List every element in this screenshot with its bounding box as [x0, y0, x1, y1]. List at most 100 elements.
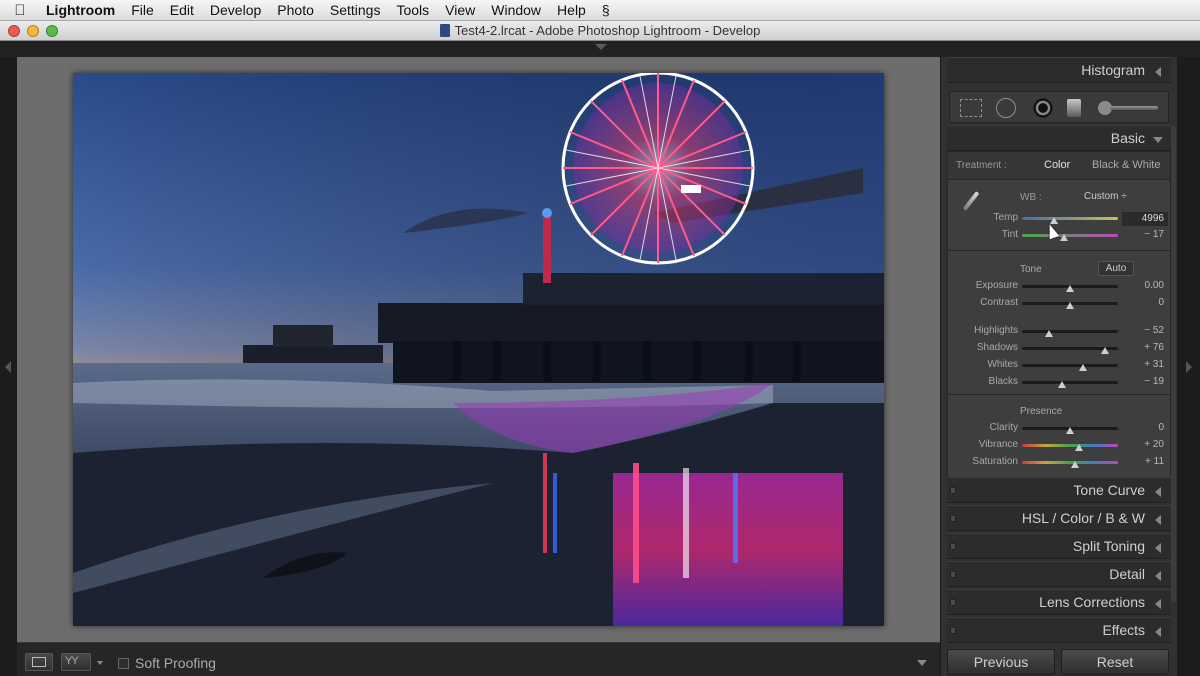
tone-title: Tone — [1020, 264, 1042, 275]
menu-edit[interactable]: Edit — [162, 2, 202, 18]
split-toning-panel-header[interactable]: Split Toning — [947, 533, 1171, 559]
menu-app[interactable]: Lightroom — [40, 2, 123, 18]
soft-proofing-checkbox[interactable] — [118, 658, 129, 669]
clarity-slider-thumb[interactable] — [1066, 427, 1074, 434]
collapse-arrow-icon — [1155, 543, 1161, 553]
detail-panel-header[interactable]: Detail — [947, 561, 1171, 587]
blacks-value[interactable]: − 19 — [1124, 376, 1164, 387]
right-panel-scrollbar[interactable] — [1171, 126, 1176, 602]
top-panel-toggle-icon[interactable] — [595, 44, 607, 50]
shadows-slider-thumb[interactable] — [1100, 347, 1109, 354]
treatment-bw-option[interactable]: Black & White — [1092, 159, 1160, 171]
clarity-label: Clarity — [989, 422, 1018, 433]
exposure-label: Exposure — [975, 280, 1018, 291]
loupe-view-button[interactable] — [25, 653, 53, 671]
adjustment-brush-tool-icon[interactable] — [1098, 101, 1162, 115]
saturation-value[interactable]: + 11 — [1124, 456, 1164, 467]
contrast-value[interactable]: 0 — [1124, 297, 1164, 308]
collapse-arrow-icon — [1155, 627, 1161, 637]
menu-develop[interactable]: Develop — [202, 2, 269, 18]
contrast-slider-track[interactable] — [1022, 302, 1118, 309]
vibrance-slider-track[interactable] — [1022, 444, 1118, 451]
collapse-arrow-icon — [1155, 515, 1161, 525]
white-balance-selector-icon[interactable] — [960, 186, 982, 212]
crop-tool-icon[interactable] — [960, 99, 982, 117]
menu-help[interactable]: Help — [549, 2, 594, 18]
exposure-slider-track[interactable] — [1022, 285, 1118, 292]
right-panel: Histogram Basic Treatment : Color Black … — [940, 57, 1177, 676]
tint-value[interactable]: − 17 — [1124, 229, 1164, 240]
histogram-panel-header[interactable]: Histogram — [947, 57, 1171, 83]
window-title: Test4-2.lrcat - Adobe Photoshop Lightroo… — [454, 23, 761, 38]
vibrance-slider-thumb[interactable] — [1074, 444, 1083, 451]
effects-toggle-switch[interactable] — [950, 627, 956, 634]
before-after-view-button[interactable]: YY — [61, 653, 91, 671]
treatment-color-option[interactable]: Color — [1044, 159, 1070, 171]
tone-auto-button[interactable]: Auto — [1098, 261, 1134, 276]
shadows-label: Shadows — [976, 342, 1018, 353]
split-toning-toggle-switch[interactable] — [950, 543, 956, 550]
whites-slider-track[interactable] — [1022, 364, 1118, 371]
section-divider — [948, 394, 1170, 395]
blacks-slider-thumb[interactable] — [1058, 381, 1067, 388]
reset-button[interactable]: Reset — [1061, 649, 1169, 675]
tint-slider-thumb[interactable] — [1060, 234, 1069, 241]
blacks-label: Blacks — [988, 376, 1018, 387]
menu-settings[interactable]: Settings — [322, 2, 389, 18]
photo-preview[interactable] — [73, 73, 884, 626]
graduated-filter-tool-icon[interactable] — [1067, 99, 1081, 117]
menu-view[interactable]: View — [437, 2, 483, 18]
whites-slider-thumb[interactable] — [1079, 364, 1088, 371]
collapse-arrow-icon — [1155, 571, 1161, 581]
menu-file[interactable]: File — [123, 2, 162, 18]
vibrance-value[interactable]: + 20 — [1124, 439, 1164, 450]
menu-window[interactable]: Window — [483, 2, 549, 18]
tone-curve-panel-header[interactable]: Tone Curve — [947, 477, 1171, 503]
tint-slider-track[interactable] — [1022, 234, 1118, 241]
shadows-slider-track[interactable] — [1022, 347, 1118, 354]
right-panel-toggle-icon[interactable] — [1186, 361, 1192, 373]
temp-value[interactable]: 4996 — [1122, 212, 1168, 226]
shadows-value[interactable]: + 76 — [1124, 342, 1164, 353]
red-eye-tool-icon[interactable] — [1032, 97, 1054, 119]
lens-corrections-toggle-switch[interactable] — [950, 599, 956, 606]
whites-value[interactable]: + 31 — [1124, 359, 1164, 370]
wb-preset-dropdown[interactable]: Custom ÷ — [1084, 191, 1127, 202]
exposure-slider-thumb[interactable] — [1066, 285, 1074, 292]
apple-icon[interactable]:  — [0, 2, 40, 19]
saturation-slider-thumb[interactable] — [1070, 461, 1079, 468]
highlights-slider-thumb[interactable] — [1044, 330, 1053, 337]
blacks-slider-track[interactable] — [1022, 381, 1118, 388]
menu-tools[interactable]: Tools — [388, 2, 437, 18]
menu-photo[interactable]: Photo — [269, 2, 322, 18]
hsl-panel-header[interactable]: HSL / Color / B & W — [947, 505, 1171, 531]
basic-panel-header[interactable]: Basic — [947, 125, 1171, 151]
effects-title: Effects — [1102, 622, 1145, 638]
highlights-value[interactable]: − 52 — [1124, 325, 1164, 336]
spot-removal-tool-icon[interactable] — [996, 98, 1016, 118]
lens-corrections-panel-header[interactable]: Lens Corrections — [947, 589, 1171, 615]
detail-toggle-switch[interactable] — [950, 571, 956, 578]
hsl-toggle-switch[interactable] — [950, 515, 956, 522]
tone-curve-toggle-switch[interactable] — [950, 487, 956, 494]
left-panel-toggle-icon[interactable] — [5, 361, 11, 373]
saturation-slider-track[interactable] — [1022, 461, 1118, 468]
temp-slider-track[interactable] — [1022, 217, 1118, 224]
effects-panel-header[interactable]: Effects — [947, 617, 1171, 643]
exposure-value[interactable]: 0.00 — [1124, 280, 1164, 291]
soft-proofing-label: Soft Proofing — [135, 655, 216, 671]
right-panel-strip — [1177, 57, 1200, 676]
contrast-slider-thumb[interactable] — [1066, 302, 1074, 309]
loupe-icon — [32, 657, 46, 667]
treatment-label: Treatment : — [956, 160, 1007, 171]
clarity-slider-track[interactable] — [1022, 427, 1118, 434]
menubar:  Lightroom File Edit Develop Photo Sett… — [0, 0, 1200, 21]
highlights-slider-track[interactable] — [1022, 330, 1118, 337]
previous-button[interactable]: Previous — [947, 649, 1055, 675]
whites-label: Whites — [987, 359, 1018, 370]
clarity-value[interactable]: 0 — [1124, 422, 1164, 433]
toolbar-content-dropdown-icon[interactable] — [917, 660, 927, 666]
script-menu-icon[interactable]: § — [594, 2, 618, 18]
view-dropdown-icon[interactable] — [97, 661, 103, 665]
expand-arrow-icon — [1153, 137, 1163, 143]
